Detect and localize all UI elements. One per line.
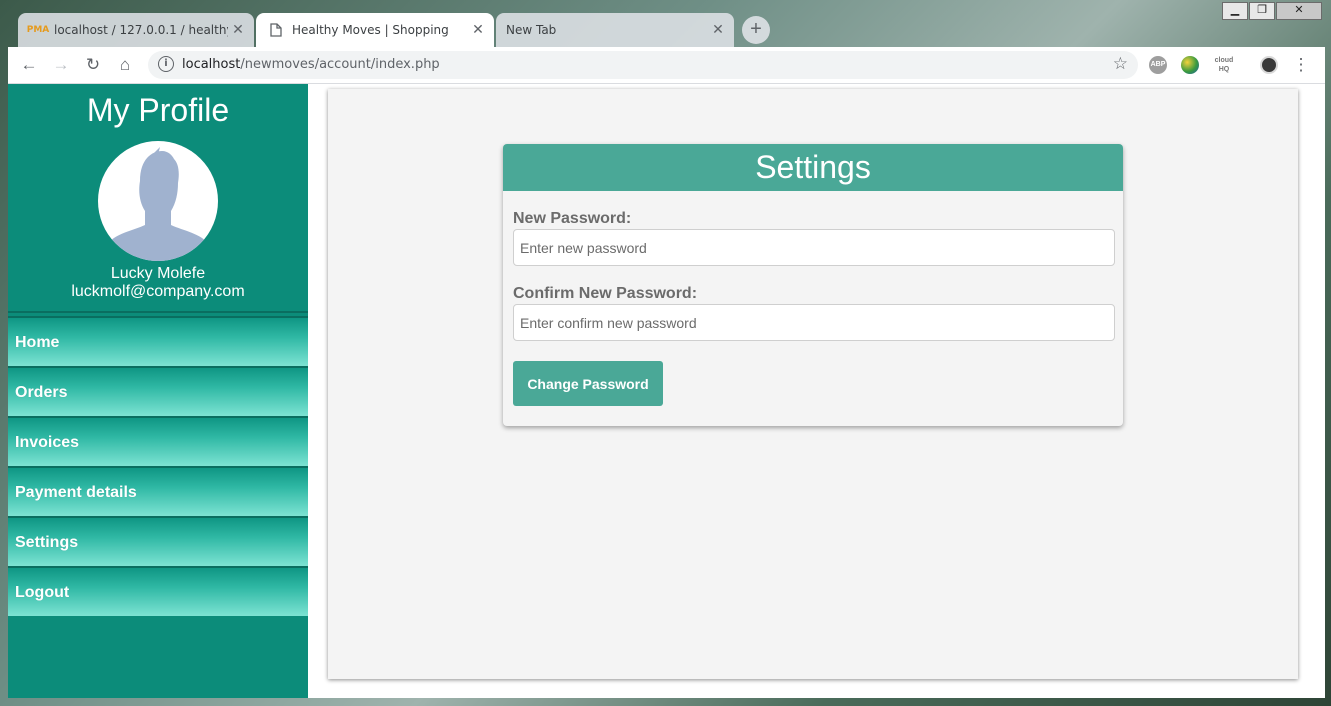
reload-icon[interactable]: ↻ [82, 54, 104, 76]
browser-window: PMA localhost / 127.0.0.1 / healthymo ✕ … [0, 0, 1331, 706]
settings-title: Settings [503, 144, 1123, 191]
sidebar-item-settings[interactable]: Settings [8, 516, 308, 566]
user-email: luckmolf@company.com [71, 283, 245, 300]
browser-toolbar: ← → ↻ ⌂ i localhost/newmoves/account/ind… [8, 47, 1325, 84]
adblock-icon[interactable]: ABP [1149, 56, 1167, 74]
menu-dots-icon[interactable]: ⋮ [1290, 54, 1312, 76]
sidebar-item-orders[interactable]: Orders [8, 366, 308, 416]
avatar [98, 141, 218, 261]
new-password-label: New Password: [513, 210, 632, 227]
web-page: My Profile Lucky Molefe luckmolf@company… [8, 84, 1325, 698]
address-bar[interactable]: i localhost/newmoves/account/index.php ☆ [148, 51, 1138, 79]
new-password-field[interactable] [513, 229, 1115, 266]
main-panel: Settings New Password: Confirm New Passw… [328, 89, 1298, 679]
info-icon[interactable]: i [158, 56, 174, 72]
change-password-button[interactable]: Change Password [513, 361, 663, 406]
sidebar-item-payment-details[interactable]: Payment details [8, 466, 308, 516]
tab-title: New Tab [506, 23, 557, 37]
confirm-password-label: Confirm New Password: [513, 285, 698, 302]
window-close-button[interactable]: ✕ [1276, 2, 1322, 20]
sidebar-item-logout[interactable]: Logout [8, 566, 308, 616]
close-icon[interactable]: ✕ [228, 22, 248, 38]
home-icon[interactable]: ⌂ [114, 54, 136, 76]
tab-title: localhost / 127.0.0.1 / healthymo [54, 23, 228, 37]
profile-title: My Profile [86, 92, 230, 128]
profile-avatar[interactable] [1260, 56, 1278, 74]
sidebar-item-home[interactable]: Home [8, 316, 308, 366]
tab-new-tab[interactable]: New Tab ✕ [496, 13, 734, 47]
document-icon [268, 22, 284, 38]
phpmyadmin-icon: PMA [26, 25, 50, 35]
minimize-button[interactable]: ▁ [1222, 2, 1248, 20]
tab-title: Healthy Moves | Shopping [292, 23, 449, 37]
sidebar-nav: Home Orders Invoices Payment details Set… [8, 316, 308, 616]
profile-sidebar: My Profile Lucky Molefe luckmolf@company… [8, 84, 308, 698]
back-arrow-icon[interactable]: ← [18, 54, 40, 76]
confirm-password-field[interactable] [513, 304, 1115, 341]
url-text: localhost/newmoves/account/index.php [182, 57, 440, 72]
bookmark-star-icon[interactable]: ☆ [1113, 54, 1128, 74]
user-name: Lucky Molefe [110, 265, 206, 282]
sidebar-item-invoices[interactable]: Invoices [8, 416, 308, 466]
globe-extension-icon[interactable] [1181, 56, 1199, 74]
tab-healthy-moves[interactable]: Healthy Moves | Shopping ✕ [256, 13, 494, 47]
forward-arrow-icon[interactable]: → [50, 54, 72, 76]
user-silhouette-icon [106, 147, 210, 261]
close-icon[interactable]: ✕ [468, 22, 488, 38]
tab-phpmyadmin[interactable]: PMA localhost / 127.0.0.1 / healthymo ✕ [18, 13, 254, 47]
settings-card: Settings New Password: Confirm New Passw… [503, 144, 1123, 426]
close-icon[interactable]: ✕ [708, 22, 728, 38]
cloudhq-icon[interactable]: cloud HQ [1213, 56, 1235, 74]
maximize-button[interactable]: ❐ [1249, 2, 1275, 20]
new-tab-button[interactable]: + [742, 16, 770, 44]
tab-strip: PMA localhost / 127.0.0.1 / healthymo ✕ … [0, 0, 1331, 47]
sidebar-divider [8, 311, 308, 313]
